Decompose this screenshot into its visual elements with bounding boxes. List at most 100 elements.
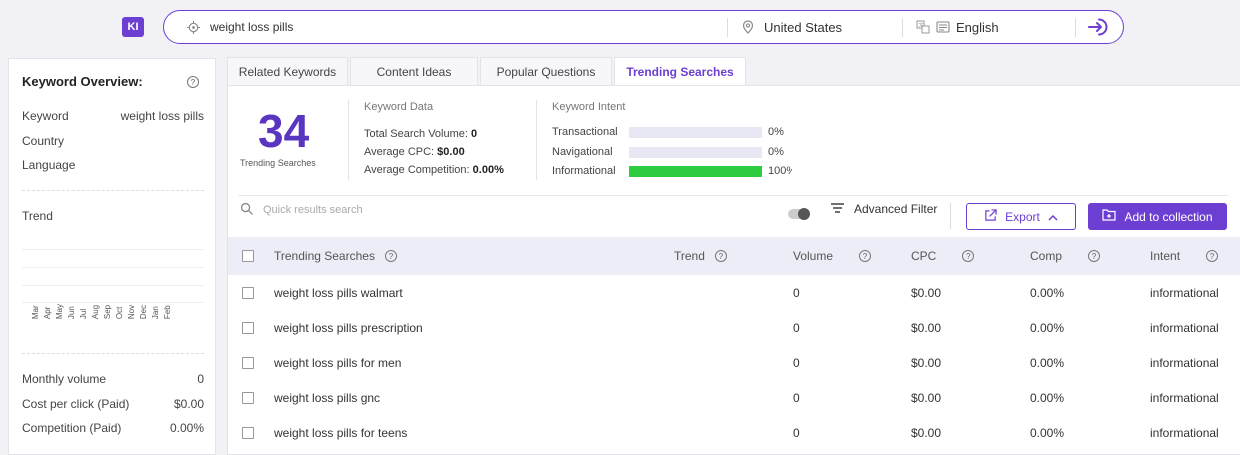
- help-icon[interactable]: ?: [859, 250, 872, 262]
- avg-comp-value: 0.00%: [472, 164, 504, 176]
- help-icon[interactable]: ?: [187, 76, 199, 88]
- cpc-row: Cost per click (Paid) $0.00: [22, 397, 204, 411]
- overview-title: Keyword Overview:: [22, 74, 143, 89]
- add-to-collection-label: Add to collection: [1124, 209, 1213, 224]
- col-cpc[interactable]: CPC ?: [911, 237, 975, 275]
- row-volume: 0: [793, 320, 800, 335]
- row-checkbox[interactable]: [242, 357, 254, 369]
- trending-count: 34: [258, 105, 310, 157]
- select-all-checkbox[interactable]: [242, 250, 254, 262]
- help-icon[interactable]: ?: [714, 250, 727, 262]
- trending-count-label: Trending Searches: [240, 158, 316, 168]
- search-icon: [240, 202, 253, 218]
- monthly-volume-value: 0: [197, 372, 204, 386]
- row-comp: 0.00%: [1030, 390, 1065, 405]
- result-tabs: Related Keywords Content Ideas Popular Q…: [227, 57, 748, 85]
- row-checkbox[interactable]: [242, 322, 254, 334]
- divider: [22, 190, 204, 191]
- search-input[interactable]: weight loss pills: [210, 20, 293, 34]
- col-intent[interactable]: Intent ?: [1150, 237, 1219, 275]
- row-keyword[interactable]: weight loss pills gnc: [274, 380, 380, 415]
- export-label: Export: [1005, 209, 1040, 224]
- overview-language-row: Language: [22, 158, 204, 172]
- table-row[interactable]: weight loss pills for men 0 $0.00 0.00% info…: [228, 345, 1240, 380]
- language-select[interactable]: 文 English: [916, 11, 999, 43]
- advanced-filter-label: Advanced Filter: [854, 202, 938, 216]
- language-label: Language: [22, 158, 76, 172]
- language-icon: [936, 20, 950, 34]
- keyword-value: weight loss pills: [120, 109, 204, 123]
- trend-gridline: [22, 285, 204, 286]
- intent-label: Informational: [552, 165, 616, 177]
- app-logo[interactable]: KI: [122, 17, 144, 37]
- row-cpc: $0.00: [911, 355, 942, 370]
- trend-month-label: Aug: [91, 304, 100, 320]
- trend-month-label: Oct: [115, 306, 124, 320]
- competition-row: Competition (Paid) 0.00%: [22, 421, 204, 435]
- trend-label: Trend: [22, 209, 53, 223]
- location-select[interactable]: United States: [742, 11, 842, 43]
- avg-cpc-value: $0.00: [437, 146, 465, 158]
- cpc-value: $0.00: [173, 397, 204, 411]
- export-icon: [984, 208, 997, 225]
- help-icon[interactable]: ?: [384, 250, 397, 262]
- login-arrow-icon: [1088, 18, 1108, 36]
- divider: [727, 18, 728, 37]
- row-comp: 0.00%: [1030, 425, 1065, 440]
- row-intent: informational: [1150, 320, 1219, 335]
- filter-toggle[interactable]: [788, 208, 810, 220]
- row-keyword[interactable]: weight loss pills for teens: [274, 415, 407, 450]
- table-row[interactable]: weight loss pills for teens 0 $0.00 0.00% in…: [228, 415, 1240, 450]
- export-button[interactable]: Export: [966, 203, 1076, 230]
- trend-gridline: [22, 267, 204, 268]
- col-comp-label: Comp: [1030, 249, 1063, 263]
- col-trend[interactable]: Trend ?: [674, 237, 727, 275]
- tab-trending-searches[interactable]: Trending Searches: [614, 57, 746, 85]
- table-row[interactable]: weight loss pills walmart 0 $0.00 0.00% info…: [228, 275, 1240, 310]
- search-bar: weight loss pills United States 文 Englis…: [163, 10, 1124, 44]
- row-keyword[interactable]: weight loss pills prescription: [274, 310, 423, 345]
- table-row[interactable]: weight loss pills prescription 0 $0.00 0.00…: [228, 310, 1240, 345]
- row-cpc: $0.00: [911, 390, 942, 405]
- intent-row: Navigational 0%: [552, 146, 792, 158]
- col-volume[interactable]: Volume ?: [793, 237, 872, 275]
- tab-content-ideas[interactable]: Content Ideas: [350, 57, 478, 85]
- col-comp[interactable]: Comp ?: [1030, 237, 1101, 275]
- monthly-volume-label: Monthly volume: [22, 372, 107, 386]
- avg-comp-label: Average Competition:: [364, 164, 470, 176]
- row-comp: 0.00%: [1030, 320, 1065, 335]
- folder-plus-icon: [1102, 209, 1117, 224]
- help-icon[interactable]: ?: [1088, 250, 1101, 262]
- row-cpc: $0.00: [911, 320, 942, 335]
- intent-label: Navigational: [552, 146, 613, 158]
- col-keyword[interactable]: Trending Searches ?: [274, 237, 397, 275]
- search-submit-button[interactable]: [1086, 17, 1110, 37]
- total-volume-label: Total Search Volume:: [364, 128, 468, 140]
- row-keyword[interactable]: weight loss pills walmart: [274, 275, 403, 310]
- quick-search[interactable]: Quick results search: [240, 202, 363, 218]
- help-icon[interactable]: ?: [1206, 250, 1219, 262]
- intent-bar: [629, 126, 762, 138]
- trend-month-label: Sep: [103, 304, 112, 320]
- filter-lines-icon: [831, 202, 844, 216]
- add-to-collection-button[interactable]: Add to collection: [1088, 203, 1227, 230]
- table-row[interactable]: weight loss pills gnc 0 $0.00 0.00% informat…: [228, 380, 1240, 415]
- help-icon[interactable]: ?: [962, 250, 975, 262]
- row-volume: 0: [793, 425, 800, 440]
- competition-label: Competition (Paid): [22, 421, 122, 435]
- avg-comp-row: Average Competition: 0.00%: [364, 164, 504, 176]
- row-checkbox[interactable]: [242, 427, 254, 439]
- row-checkbox[interactable]: [242, 392, 254, 404]
- intent-bar: [629, 146, 762, 158]
- quick-search-input[interactable]: Quick results search: [263, 204, 363, 216]
- keyword-search[interactable]: weight loss pills: [187, 11, 293, 43]
- row-checkbox[interactable]: [242, 287, 254, 299]
- trend-month-axis: Mar Apr May Jun Jul Aug Sep Oct Nov Dec Jan Feb: [31, 304, 172, 319]
- advanced-filter-button[interactable]: Advanced Filter: [831, 202, 937, 216]
- trend-month-label: Mar: [31, 305, 40, 320]
- tab-popular-questions[interactable]: Popular Questions: [480, 57, 612, 85]
- row-comp: 0.00%: [1030, 355, 1065, 370]
- row-keyword[interactable]: weight loss pills for men: [274, 345, 401, 380]
- keyword-data-title: Keyword Data: [364, 101, 434, 113]
- tab-related-keywords[interactable]: Related Keywords: [227, 57, 348, 85]
